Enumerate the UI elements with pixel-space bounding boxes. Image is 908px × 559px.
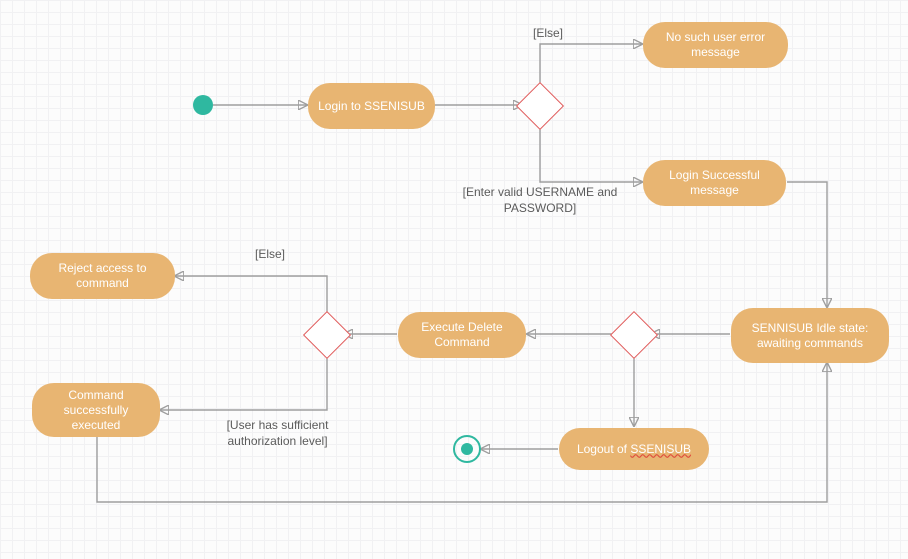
- activity-label: Reject access to command: [38, 261, 167, 291]
- activity-no-user-error: No such user error message: [643, 22, 788, 68]
- initial-node: [193, 95, 213, 115]
- activity-execute-delete: Execute Delete Command: [398, 312, 526, 358]
- activity-label: Login to SSENISUB: [318, 99, 425, 114]
- activity-diagram-canvas: Login to SSENISUB No such user error mes…: [0, 0, 908, 559]
- activity-label: SENNISUB Idle state: awaiting commands: [739, 321, 881, 351]
- activity-login-success: Login Successful message: [643, 160, 786, 206]
- activity-label: Execute Delete Command: [406, 320, 518, 350]
- guard-else-1: [Else]: [523, 26, 573, 42]
- guard-else-2: [Else]: [245, 247, 295, 263]
- activity-label: Logout of SSENISUB: [577, 442, 691, 457]
- final-node: [453, 435, 481, 463]
- activity-reject-access: Reject access to command: [30, 253, 175, 299]
- activity-label: Command successfully executed: [40, 388, 152, 433]
- logout-label-prefix: Logout of: [577, 442, 630, 456]
- activity-label: No such user error message: [651, 30, 780, 60]
- activity-logout: Logout of SSENISUB: [559, 428, 709, 470]
- activity-idle-state: SENNISUB Idle state: awaiting commands: [731, 308, 889, 363]
- logout-label-wavy: SSENISUB: [630, 442, 691, 456]
- activity-command-executed: Command successfully executed: [32, 383, 160, 437]
- activity-label: Login Successful message: [651, 168, 778, 198]
- guard-sufficient-auth: [User has sufficient authorization level…: [205, 418, 350, 449]
- decision-authorization: [303, 311, 351, 359]
- decision-login-result: [516, 82, 564, 130]
- guard-valid-credentials: [Enter valid USERNAME and PASSWORD]: [455, 185, 625, 216]
- final-node-inner: [461, 443, 473, 455]
- activity-login: Login to SSENISUB: [308, 83, 435, 129]
- decision-command-or-logout: [610, 311, 658, 359]
